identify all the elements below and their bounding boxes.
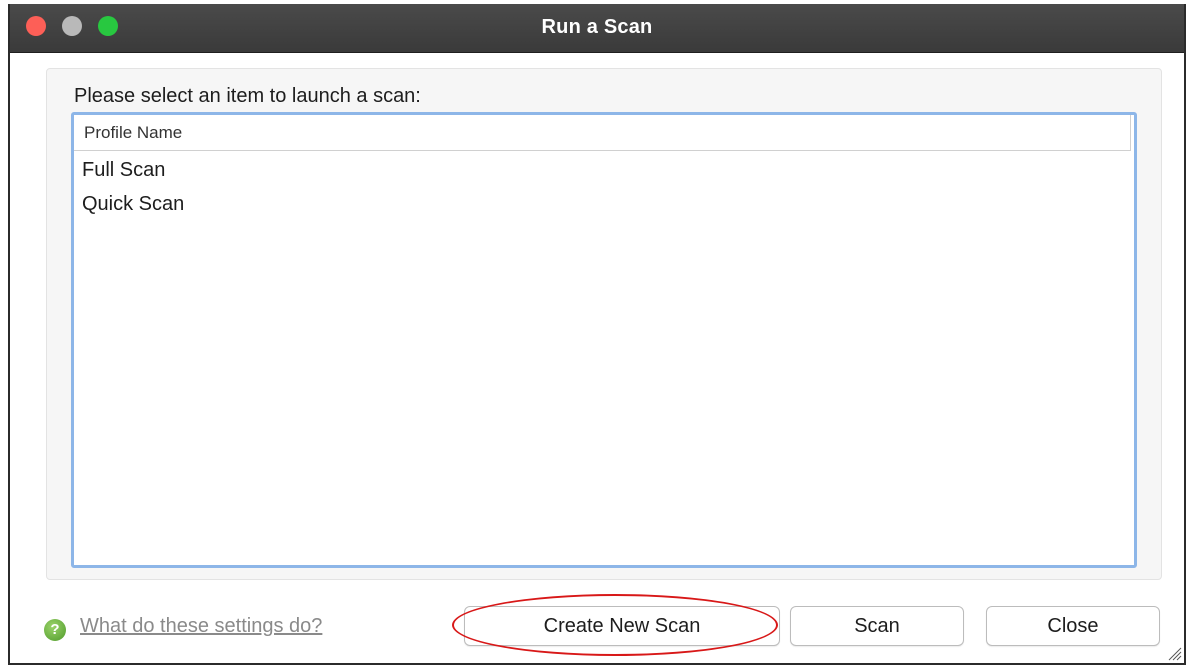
title-bar[interactable]: Run a Scan <box>10 4 1184 53</box>
window-title: Run a Scan <box>541 16 653 38</box>
create-new-scan-button[interactable]: Create New Scan <box>464 606 780 646</box>
run-a-scan-window: Run a Scan Please select an item to laun… <box>8 4 1186 665</box>
scan-selection-panel: Please select an item to launch a scan: … <box>46 68 1162 580</box>
scan-profile-list[interactable]: Profile Name Full Scan Quick Scan <box>71 112 1137 568</box>
profile-name-column-header[interactable]: Profile Name <box>74 115 1131 151</box>
settings-help-link[interactable]: What do these settings do? <box>80 615 322 638</box>
scan-button[interactable]: Scan <box>790 606 964 646</box>
resize-grip-icon[interactable] <box>1164 643 1182 661</box>
close-button[interactable]: Close <box>986 606 1160 646</box>
column-header-label: Profile Name <box>84 123 183 142</box>
select-prompt: Please select an item to launch a scan: <box>74 85 421 107</box>
list-item-quick-scan[interactable]: Quick Scan <box>82 193 184 216</box>
list-item-full-scan[interactable]: Full Scan <box>82 159 165 182</box>
help-icon[interactable]: ? <box>44 619 66 641</box>
